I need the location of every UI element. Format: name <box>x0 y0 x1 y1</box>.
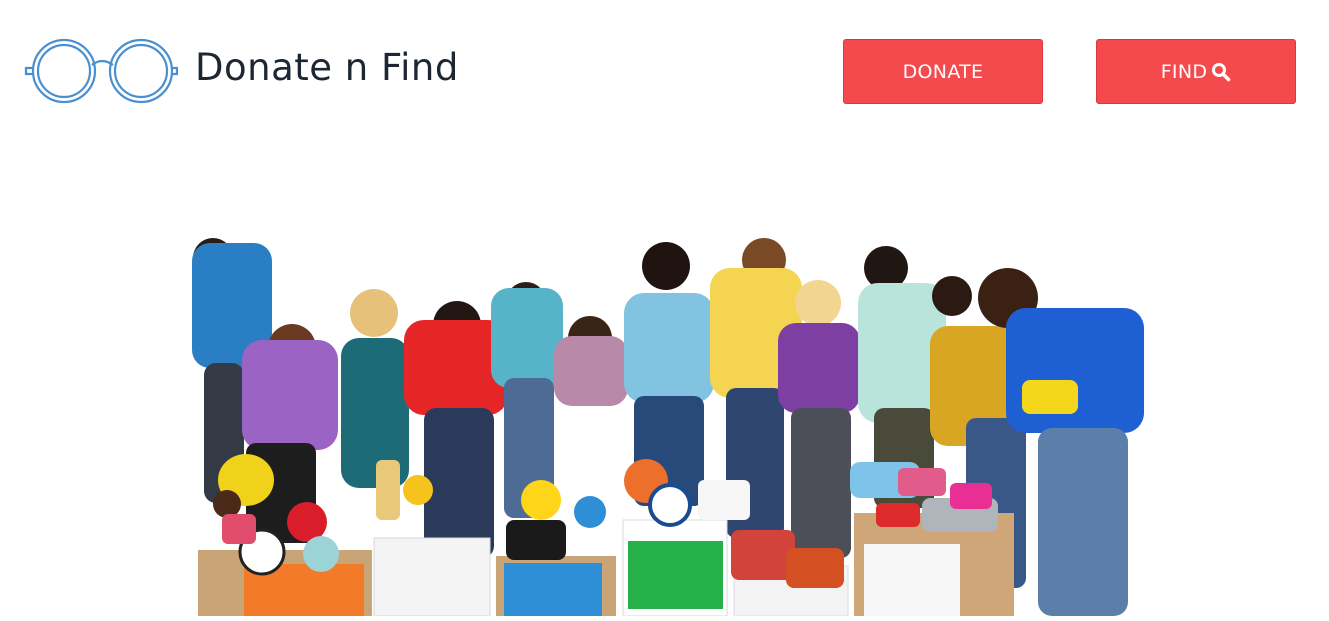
donate-button[interactable]: DONATE <box>843 39 1043 104</box>
donate-button-label: DONATE <box>902 60 984 83</box>
find-button-label: FIND <box>1160 60 1208 83</box>
glasses-icon[interactable] <box>24 38 179 104</box>
site-header: Donate n Find DONATE FIND <box>0 0 1329 140</box>
brand-title[interactable]: Donate n Find <box>195 46 459 89</box>
search-icon <box>1211 62 1231 82</box>
find-button[interactable]: FIND <box>1096 39 1296 104</box>
hero-image <box>186 228 1146 617</box>
